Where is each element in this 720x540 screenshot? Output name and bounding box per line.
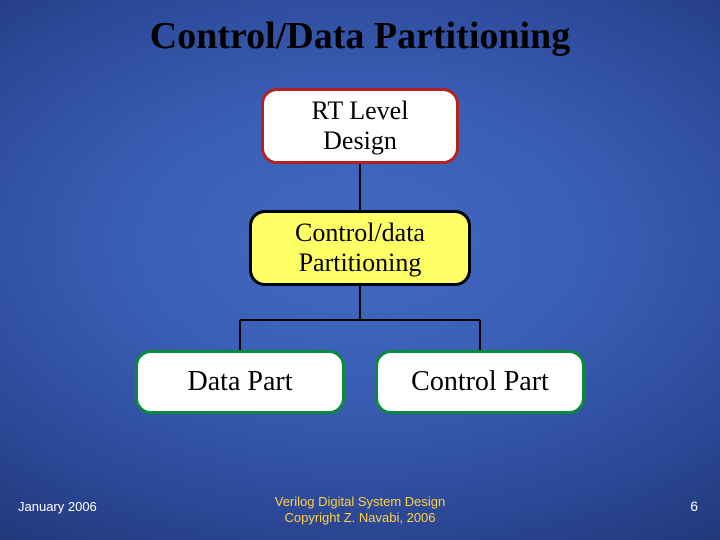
node-rt-line2: Design <box>312 126 409 156</box>
footer-credit-line2: Copyright Z. Navabi, 2006 <box>284 510 435 525</box>
node-part-line1: Control/data <box>295 218 425 248</box>
node-ctrl-label: Control Part <box>411 366 549 398</box>
node-rt-level-design: RT Level Design <box>261 88 459 164</box>
node-control-data-partitioning: Control/data Partitioning <box>249 210 471 286</box>
node-data-label: Data Part <box>188 366 293 398</box>
footer-credit: Verilog Digital System Design Copyright … <box>0 494 720 527</box>
node-control-part: Control Part <box>375 350 585 414</box>
node-part-line2: Partitioning <box>295 248 425 278</box>
node-rt-line1: RT Level <box>312 96 409 126</box>
node-data-part: Data Part <box>135 350 345 414</box>
slide-title: Control/Data Partitioning <box>0 14 720 58</box>
footer-credit-line1: Verilog Digital System Design <box>275 494 446 509</box>
page-number: 6 <box>690 498 698 514</box>
